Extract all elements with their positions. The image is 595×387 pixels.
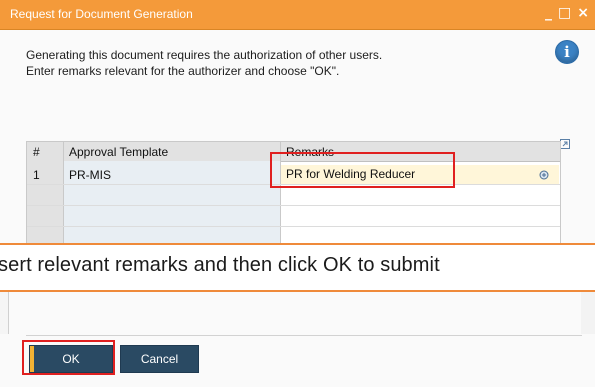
remarks-highlight-box (270, 152, 455, 188)
row-divider (27, 226, 560, 227)
instruction-message: Generating this document requires the au… (26, 47, 382, 79)
instruction-banner: sert relevant remarks and then click OK … (0, 243, 595, 292)
close-icon[interactable]: × (577, 4, 589, 22)
header-approval-template[interactable]: Approval Template (69, 145, 168, 159)
header-number: # (33, 145, 40, 159)
instruction-line-1: Generating this document requires the au… (26, 48, 383, 62)
approval-template-value[interactable]: PR-MIS (69, 168, 111, 182)
left-edge-panel (0, 290, 9, 334)
info-icon-glyph: i (564, 43, 570, 61)
ok-highlight-box (22, 340, 115, 375)
dialog-window: Request for Document Generation _ □ × Ge… (0, 0, 595, 387)
row-divider (27, 205, 560, 206)
expand-grid-icon[interactable] (560, 139, 570, 149)
maximize-icon[interactable]: □ (558, 4, 571, 22)
footer-separator (26, 335, 582, 336)
title-bar[interactable]: Request for Document Generation _ □ × (0, 0, 595, 30)
instruction-line-2: Enter remarks relevant for the authorize… (26, 64, 340, 78)
info-icon: i (555, 40, 579, 64)
choose-from-list-icon[interactable] (539, 170, 549, 180)
col-divider (63, 142, 64, 247)
window-title: Request for Document Generation (10, 7, 193, 21)
minimize-icon[interactable]: _ (545, 4, 552, 22)
right-edge-panel (581, 290, 595, 334)
window-controls: _ □ × (545, 4, 589, 22)
banner-text: sert relevant remarks and then click OK … (0, 254, 440, 276)
cancel-button[interactable]: Cancel (120, 345, 199, 373)
row-number: 1 (33, 168, 40, 182)
